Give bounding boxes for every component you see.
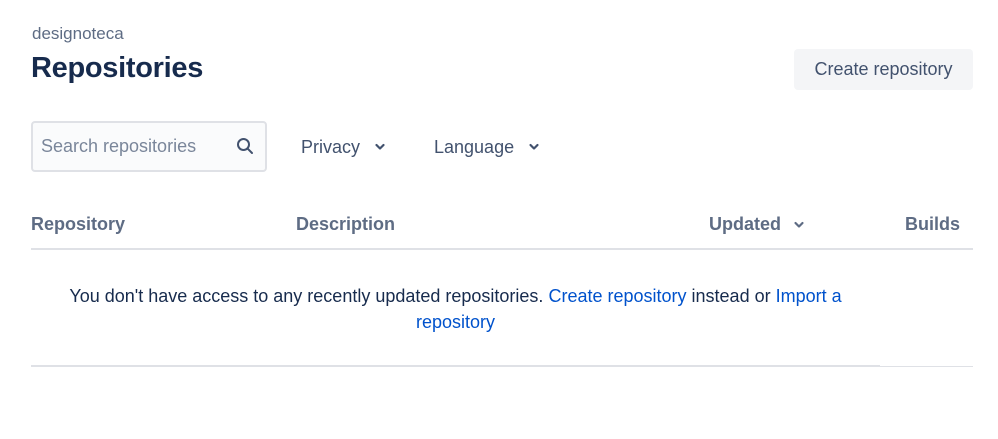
table-header-divider xyxy=(31,248,973,250)
language-filter[interactable]: Language xyxy=(434,131,540,163)
column-header-builds: Builds xyxy=(905,214,961,234)
column-header-updated-label: Updated xyxy=(709,214,781,234)
empty-state-text-middle: instead or xyxy=(691,286,771,306)
empty-state-message: You don't have access to any recently up… xyxy=(31,283,880,335)
create-repository-button[interactable]: Create repository xyxy=(794,49,973,90)
sort-chevron-down-icon xyxy=(794,221,804,228)
table-footer-divider xyxy=(31,365,880,367)
privacy-filter-label: Privacy xyxy=(301,136,361,157)
column-header-updated[interactable]: Updated xyxy=(709,214,805,235)
chevron-down-icon xyxy=(375,143,385,150)
workspace-name[interactable]: designoteca xyxy=(32,24,124,44)
chevron-down-icon xyxy=(529,143,539,150)
create-repository-link[interactable]: Create repository xyxy=(548,286,686,306)
repositories-page: designoteca Repositories Create reposito… xyxy=(0,0,998,439)
search-box[interactable] xyxy=(31,121,267,172)
privacy-filter[interactable]: Privacy xyxy=(301,131,386,163)
search-icon[interactable] xyxy=(236,137,254,155)
search-input[interactable] xyxy=(41,136,231,157)
column-header-repository: Repository xyxy=(31,214,126,234)
page-title: Repositories xyxy=(31,52,204,84)
table-footer-divider-right xyxy=(880,366,973,367)
language-filter-label: Language xyxy=(434,136,515,157)
column-header-description: Description xyxy=(296,214,396,234)
empty-state-text: You don't have access to any recently up… xyxy=(69,286,544,306)
